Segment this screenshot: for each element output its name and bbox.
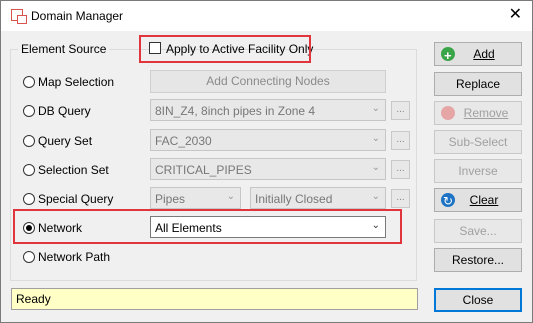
radio-label-network-path[interactable]: Network Path	[38, 250, 110, 264]
restore-button[interactable]: Restore...	[434, 248, 522, 272]
radio-selection-set[interactable]	[23, 164, 35, 176]
selection-set-browse-button[interactable]: ...	[391, 160, 410, 179]
element-source-label: Element Source	[18, 42, 110, 56]
chevron-down-icon: ⌄	[371, 133, 380, 144]
radio-network-path[interactable]	[23, 251, 35, 263]
special-query-browse-button[interactable]: ...	[391, 189, 410, 208]
special-query-type-dropdown[interactable]: Pipes ⌄	[150, 187, 241, 209]
radio-map-selection[interactable]	[23, 76, 35, 88]
radio-label-special-query[interactable]: Special Query	[38, 192, 113, 206]
radio-label-selection-set[interactable]: Selection Set	[38, 163, 109, 177]
title-bar: Domain Manager ✕	[1, 1, 532, 31]
special-query-condition-value: Initially Closed	[255, 192, 333, 206]
clear-button[interactable]: Clear	[434, 188, 522, 212]
radio-label-query-set[interactable]: Query Set	[38, 134, 92, 148]
db-query-browse-button[interactable]: ...	[391, 101, 410, 120]
radio-query-set[interactable]	[23, 135, 35, 147]
highlight-network-row	[13, 209, 402, 244]
radio-special-query[interactable]	[23, 193, 35, 205]
add-icon	[441, 45, 455, 67]
inverse-button[interactable]: Inverse	[434, 159, 522, 183]
domain-manager-window: Domain Manager ✕ Element Source Apply to…	[0, 0, 533, 323]
sub-select-button[interactable]: Sub-Select	[434, 130, 522, 154]
add-button[interactable]: Add	[434, 42, 522, 67]
radio-label-map-selection[interactable]: Map Selection	[38, 75, 114, 89]
db-query-dropdown[interactable]: 8IN_Z4, 8inch pipes in Zone 4 ⌄	[150, 99, 386, 121]
remove-button-label: Remove	[463, 106, 509, 120]
save-button[interactable]: Save...	[434, 219, 522, 243]
query-set-dropdown[interactable]: FAC_2030 ⌄	[150, 129, 386, 151]
clear-icon	[441, 190, 455, 212]
radio-db-query[interactable]	[23, 105, 35, 117]
chevron-down-icon: ⌄	[371, 191, 380, 202]
clear-button-label: Clear	[469, 193, 499, 207]
chevron-down-icon: ⌄	[371, 103, 380, 114]
query-set-value: FAC_2030	[155, 134, 212, 148]
add-button-label: Add	[473, 47, 495, 61]
remove-icon	[441, 106, 455, 120]
remove-button[interactable]: Remove	[434, 101, 522, 125]
query-set-browse-button[interactable]: ...	[391, 131, 410, 150]
window-title: Domain Manager	[31, 9, 124, 23]
app-icon	[11, 9, 27, 24]
add-connecting-nodes-button[interactable]: Add Connecting Nodes	[150, 70, 386, 93]
chevron-down-icon: ⌄	[226, 191, 235, 202]
selection-set-dropdown[interactable]: CRITICAL_PIPES ⌄	[150, 158, 386, 180]
status-bar: Ready	[11, 288, 418, 310]
special-query-condition-dropdown[interactable]: Initially Closed ⌄	[250, 187, 386, 209]
db-query-value: 8IN_Z4, 8inch pipes in Zone 4	[155, 104, 316, 118]
chevron-down-icon: ⌄	[371, 162, 380, 173]
close-icon[interactable]: ✕	[509, 6, 522, 24]
highlight-apply-checkbox	[139, 35, 311, 63]
replace-button[interactable]: Replace	[434, 72, 522, 96]
radio-label-db-query[interactable]: DB Query	[38, 104, 91, 118]
selection-set-value: CRITICAL_PIPES	[155, 163, 252, 177]
special-query-type-value: Pipes	[155, 192, 186, 206]
close-button[interactable]: Close	[434, 288, 522, 312]
